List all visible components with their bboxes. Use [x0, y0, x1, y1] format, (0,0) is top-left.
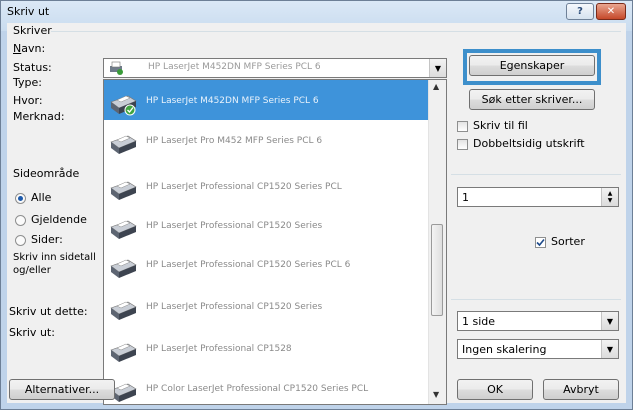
title-bar: Skriv ut ? ✕ [1, 1, 632, 23]
pages-per-sheet-combo[interactable]: 1 side ▼ [457, 311, 619, 331]
printer-list-item[interactable]: HP Color LaserJet Professional CP1520 Se… [104, 368, 429, 404]
options-button-label: Alternativer... [24, 383, 100, 396]
cancel-button[interactable]: Avbryt [543, 379, 619, 400]
scaling-value: Ingen skalering [462, 343, 547, 356]
printer-icon [110, 135, 137, 154]
scroll-down-icon[interactable]: ▼ [433, 390, 439, 399]
printer-list-item[interactable]: HP LaserJet M452DN MFP Series PCL 6 [104, 80, 429, 120]
printer-list-item-label: HP LaserJet Professional CP1520 Series [146, 302, 323, 312]
printer-icon [110, 181, 137, 200]
all-pages-radio[interactable] [15, 193, 26, 204]
printer-group-title: Skriver [13, 24, 52, 37]
printer-list-item[interactable]: HP LaserJet Professional CP1520 Series [104, 205, 429, 245]
printer-icon [110, 259, 137, 278]
copies-value: 1 [462, 191, 469, 204]
duplex-checkbox[interactable] [457, 139, 468, 150]
status-label: Status: [13, 61, 52, 74]
printer-list-item[interactable]: HP LaserJet Professional CP1520 Series P… [104, 166, 429, 206]
chevron-down-icon[interactable]: ▼ [601, 340, 618, 358]
printer-list-item-label: HP LaserJet Professional CP1520 Series [146, 221, 323, 231]
printer-list-item-label: HP Color LaserJet Professional CP1520 Se… [146, 384, 369, 394]
help-button[interactable]: ? [566, 3, 594, 20]
ok-button-label: OK [487, 383, 503, 396]
collate-label: Sorter [551, 235, 585, 248]
page-range-hint: Skriv inn sidetall og/eller sideområder … [13, 252, 96, 276]
printer-list-item-label: HP LaserJet Professional CP1520 Series P… [146, 260, 351, 270]
scrollbar-thumb[interactable] [431, 224, 443, 316]
scroll-up-icon[interactable]: ▲ [433, 82, 439, 91]
printer-list-item-label: HP LaserJet Pro M452 MFP Series PCL 6 [146, 136, 323, 146]
where-label: Hvor: [13, 94, 43, 107]
copies-spinner[interactable]: 1 ▲ ▼ [457, 187, 619, 207]
printer-icon [110, 61, 123, 75]
pages-radio[interactable] [15, 235, 26, 246]
all-pages-label: Alle [31, 191, 52, 204]
dialog-body: Skriver Navn: Status: Type: Hvor: Merkna… [7, 23, 626, 405]
print-to-file-label: Skriv til fil [473, 119, 528, 132]
cancel-button-label: Avbryt [563, 383, 599, 396]
page-range-divider [451, 174, 621, 175]
printer-icon [110, 220, 137, 239]
printer-icon [110, 301, 137, 320]
properties-button[interactable]: Egenskaper [469, 55, 595, 76]
checkmark-icon [536, 238, 545, 247]
printer-list-item[interactable]: HP LaserJet Pro M452 MFP Series PCL 6 [104, 120, 429, 160]
spinner-arrows-icon[interactable]: ▲ ▼ [601, 188, 618, 206]
scaling-combo[interactable]: Ingen skalering ▼ [457, 339, 619, 359]
ok-button[interactable]: OK [457, 379, 533, 400]
zoom-divider [451, 299, 621, 300]
printer-list-item[interactable]: HP LaserJet Professional CP1520 Series P… [104, 244, 429, 284]
print-to-file-checkbox[interactable] [457, 121, 468, 132]
collate-checkbox[interactable] [535, 237, 546, 248]
pages-per-sheet-value: 1 side [462, 315, 496, 328]
current-page-radio[interactable] [15, 215, 26, 226]
printer-icon [110, 95, 137, 116]
pages-label: Sider: [31, 233, 63, 246]
print-label: Skriv ut: [9, 326, 55, 339]
printer-list-item-label: HP LaserJet Professional CP1520 Series P… [146, 182, 342, 192]
print-what-label: Skriv ut dette: [9, 305, 88, 318]
chevron-down-icon[interactable]: ▼ [601, 312, 618, 330]
page-range-title: Sideområde [13, 167, 80, 180]
printer-dropdown-list[interactable]: HP LaserJet M452DN MFP Series PCL 6 HP La… [103, 79, 447, 405]
printer-icon [110, 343, 137, 362]
find-printer-button-label: Søk etter skriver... [481, 93, 583, 106]
print-dialog: Skriv ut ? ✕ Skriver Navn: Status: Type:… [0, 0, 633, 410]
printer-list-item[interactable]: HP LaserJet Professional CP1528 [104, 328, 429, 368]
printer-name-combo[interactable]: HP LaserJet M452DN MFP Series PCL 6 ▼ [103, 58, 447, 78]
window-title: Skriv ut [7, 5, 50, 18]
type-label: Type: [13, 76, 42, 89]
printer-list-item-label: HP LaserJet Professional CP1528 [146, 344, 292, 354]
close-button[interactable]: ✕ [596, 3, 626, 20]
chevron-down-icon[interactable]: ▼ [429, 59, 446, 77]
properties-button-label: Egenskaper [499, 59, 565, 72]
printer-list-item[interactable]: HP LaserJet Professional CP1520 Series [104, 286, 429, 326]
printer-combo-value: HP LaserJet M452DN MFP Series PCL 6 [148, 62, 321, 72]
printer-name-label: Navn: [13, 42, 46, 55]
options-button[interactable]: Alternativer... [9, 379, 115, 400]
find-printer-button[interactable]: Søk etter skriver... [469, 89, 595, 110]
printer-group-divider [51, 31, 621, 32]
printer-list-item-label: HP LaserJet M452DN MFP Series PCL 6 [146, 96, 319, 106]
dropdown-scrollbar[interactable]: ▲ ▼ [428, 80, 446, 404]
comment-label: Merknad: [13, 110, 65, 123]
current-page-label: Gjeldende [31, 213, 87, 226]
duplex-label: Dobbeltsidig utskrift [473, 137, 585, 150]
